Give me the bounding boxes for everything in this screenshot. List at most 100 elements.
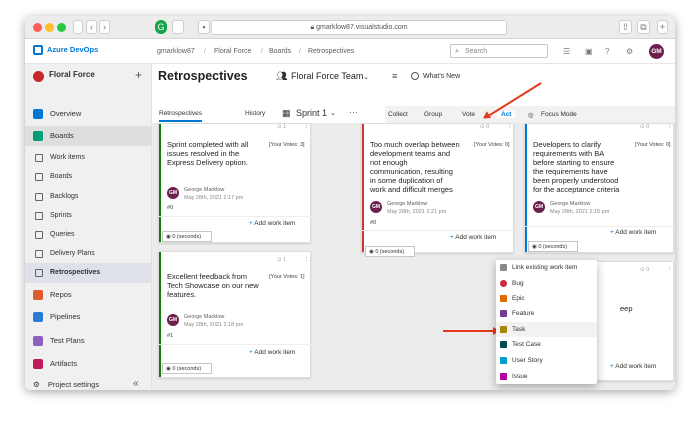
sidebar-item-overview[interactable]: Overview — [25, 104, 152, 124]
card-more-icon[interactable]: ⋮ — [667, 124, 673, 130]
add-work-item-button[interactable]: + Add work item — [610, 363, 656, 370]
author-avatar: GM — [533, 201, 545, 213]
card-more-icon[interactable]: ⋮ — [507, 124, 513, 130]
add-work-item-label: Add work item — [455, 234, 497, 241]
menu-item-epic[interactable]: Epic — [496, 291, 597, 306]
project-settings-link[interactable]: ⚙ Project settings — [33, 380, 99, 389]
user-settings-icon[interactable]: ⚙ — [626, 47, 633, 56]
card-number: #0 — [370, 220, 377, 226]
phase-collect[interactable]: Collect — [388, 111, 408, 118]
menu-item-link-existing[interactable]: Link existing work item — [496, 260, 597, 275]
retro-card[interactable]: ⊙ 1 ⋮ Excellent feedback from Tech Showc… — [158, 251, 312, 378]
add-icon[interactable]: + — [135, 68, 142, 82]
timer-button[interactable]: ◉ 0 (seconds) — [528, 241, 578, 252]
menu-item-user-story[interactable]: User Story — [496, 353, 597, 368]
sidebar-item-label: Repos — [50, 290, 72, 299]
shopping-bag-icon[interactable]: ▣ — [585, 47, 593, 56]
card-more-icon[interactable]: ⋮ — [304, 257, 310, 263]
timer-button[interactable]: ◉ 0 (seconds) — [162, 363, 212, 374]
menu-item-issue[interactable]: Issue — [496, 369, 597, 384]
tab-retrospectives[interactable]: Retrospectives — [159, 110, 202, 122]
share-icon[interactable]: ⇧ — [619, 20, 632, 34]
sidebar-item-pipelines[interactable]: Pipelines — [25, 307, 152, 327]
search-input[interactable]: ⌕ Search — [450, 44, 548, 58]
sidebar-toggle-icon[interactable] — [73, 20, 83, 34]
card-text: eep — [620, 304, 633, 313]
sidebar-item-test-plans[interactable]: Test Plans — [25, 331, 152, 351]
extension-icon[interactable]: G — [155, 20, 167, 34]
sidebar-item-label: Retrospectives — [50, 269, 101, 276]
card-text-line: Sprint completed with all — [167, 140, 249, 149]
close-window-button[interactable] — [33, 23, 42, 32]
address-bar[interactable]: 🔒︎ gmarklow87.visualstudio.com — [211, 20, 507, 35]
phase-vote[interactable]: Vote — [462, 111, 475, 118]
retro-card[interactable]: ⊙ 0 ⋮ Too much overlap between developme… — [361, 123, 515, 257]
your-votes: [Your Votes: 0] — [474, 142, 510, 148]
card-text: Excellent feedback from Tech Showcase on… — [167, 272, 259, 299]
card-number: #1 — [167, 333, 174, 339]
list-icon[interactable]: ☰ — [563, 47, 570, 56]
brand-name[interactable]: Azure DevOps — [47, 45, 98, 54]
sidebar-item-work-items[interactable]: Work items — [25, 148, 152, 168]
add-work-item-button[interactable]: + Add work item — [249, 220, 295, 227]
shield-icon[interactable] — [172, 20, 184, 34]
focus-mode-button[interactable]: Focus Mode — [541, 111, 577, 118]
sprint-selector[interactable]: Sprint 1 — [296, 108, 327, 118]
timer-button[interactable]: ◉ 0 (seconds) — [365, 246, 415, 257]
menu-item-label: Test Case — [512, 341, 541, 348]
test-plans-icon — [33, 336, 43, 346]
add-work-item-button[interactable]: + Add work item — [610, 229, 656, 236]
menu-item-test-case[interactable]: Test Case — [496, 337, 597, 352]
menu-item-task[interactable]: Task — [496, 322, 597, 337]
task-icon — [500, 326, 507, 333]
team-selector[interactable]: Floral Force Team — [291, 71, 363, 81]
collapse-sidebar-icon[interactable]: « — [133, 378, 139, 389]
back-button[interactable]: ‹ — [86, 20, 97, 34]
sidebar-item-boards[interactable]: Boards — [25, 126, 152, 146]
retro-card[interactable]: ⊙ 0 ⋮ Developers to clarify requirements… — [524, 123, 675, 253]
whats-new-link[interactable]: What's New — [423, 73, 460, 80]
project-name[interactable]: Floral Force — [49, 70, 95, 79]
add-work-item-menu: Link existing work item Bug Epic Feature… — [496, 260, 597, 384]
tabs-overview-icon[interactable]: ⧉ — [637, 20, 650, 34]
breadcrumb-org[interactable]: gmarklow87 — [157, 48, 195, 55]
breadcrumb-separator: / — [261, 48, 263, 55]
minimize-window-button[interactable] — [45, 23, 54, 32]
sidebar-item-artifacts[interactable]: Artifacts — [25, 354, 152, 374]
phase-act[interactable]: Act — [497, 111, 516, 118]
sidebar-item-sprints[interactable]: Sprints — [25, 206, 152, 226]
sidebar-item-boards-sub[interactable]: Boards — [25, 167, 152, 187]
card-date: May 28th, 2021 2:15 pm — [550, 209, 610, 215]
add-work-item-button[interactable]: + Add work item — [249, 349, 295, 356]
menu-item-label: Epic — [512, 295, 525, 302]
browser-window: ‹ › G ▪ 🔒︎ gmarklow87.visualstudio.com ⇧… — [25, 16, 675, 390]
retro-card[interactable]: ⊙ 1 ⋮ Sprint completed with all issues r… — [158, 123, 312, 243]
help-icon[interactable]: ? — [605, 47, 609, 56]
avatar[interactable]: GM — [649, 44, 664, 59]
more-options-icon[interactable]: ··· — [349, 107, 358, 117]
sidebar-item-retrospectives[interactable]: Retrospectives — [25, 263, 152, 283]
new-tab-button[interactable]: + — [657, 20, 668, 34]
forward-button[interactable]: › — [99, 20, 110, 34]
phase-group[interactable]: Group — [424, 111, 442, 118]
reader-icon[interactable]: ▪ — [198, 20, 210, 34]
sidebar-item-queries[interactable]: Queries — [25, 225, 152, 245]
menu-item-bug[interactable]: Bug — [496, 276, 597, 291]
tab-history[interactable]: History — [245, 110, 265, 117]
timer-button[interactable]: ◉ 0 (seconds) — [162, 231, 212, 242]
add-work-item-button[interactable]: + Add work item — [450, 234, 496, 241]
queries-icon — [35, 231, 43, 239]
card-more-icon[interactable]: ⋮ — [667, 267, 673, 273]
breadcrumb-boards[interactable]: Boards — [269, 48, 291, 55]
sidebar-item-repos[interactable]: Repos — [25, 285, 152, 305]
chevron-down-icon[interactable]: ⌄ — [363, 73, 369, 81]
menu-icon[interactable]: ≡ — [392, 71, 397, 81]
breadcrumb-project[interactable]: Floral Force — [214, 48, 251, 55]
breadcrumb-retrospectives[interactable]: Retrospectives — [308, 48, 354, 55]
menu-item-feature[interactable]: Feature — [496, 306, 597, 321]
sidebar-item-backlogs[interactable]: Backlogs — [25, 187, 152, 207]
sidebar-item-delivery-plans[interactable]: Delivery Plans — [25, 244, 152, 264]
chevron-down-icon[interactable]: ⌄ — [330, 109, 336, 117]
maximize-window-button[interactable] — [57, 23, 66, 32]
card-more-icon[interactable]: ⋮ — [304, 124, 310, 130]
